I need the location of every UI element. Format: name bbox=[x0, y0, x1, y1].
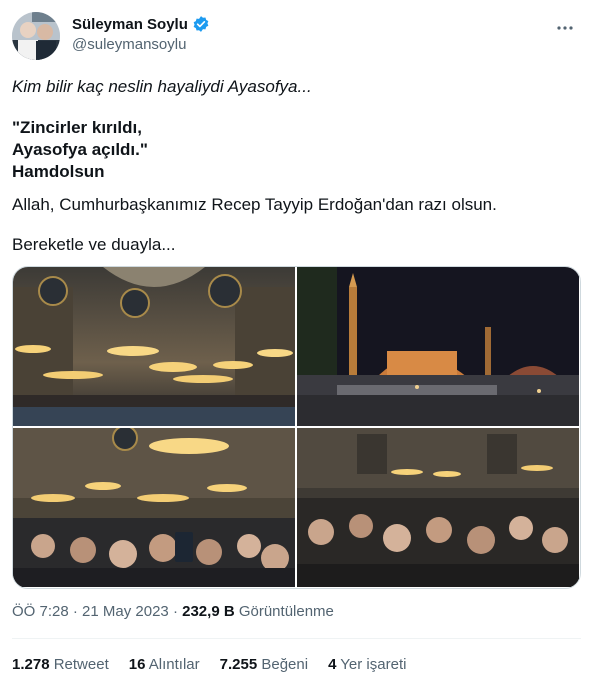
quotes-count: 16 bbox=[128, 656, 146, 673]
meta-separator-2: · bbox=[168, 603, 183, 620]
quotes-label: Alıntılar bbox=[145, 656, 200, 673]
tweet-quote-line-1: "Zincirler kırıldı, bbox=[12, 118, 142, 137]
author-name-row[interactable]: Süleyman Soylu bbox=[72, 15, 210, 33]
photo-crowd-interior[interactable] bbox=[13, 428, 295, 587]
photo-interior-chandeliers[interactable] bbox=[13, 267, 295, 426]
quotes-stat[interactable]: 16 Alıntılar bbox=[129, 656, 200, 673]
bookmarks-label: Yer işareti bbox=[336, 656, 407, 673]
author-name[interactable]: Süleyman Soylu bbox=[72, 16, 188, 33]
tweet-date[interactable]: 21 May 2023 bbox=[82, 603, 169, 620]
retweets-stat[interactable]: 1.278 Retweet bbox=[12, 656, 109, 673]
tweet-stats: 1.278 Retweet 16 Alıntılar 7.255 Beğeni … bbox=[12, 656, 406, 673]
avatar[interactable] bbox=[12, 12, 60, 60]
tweet-quote-line-2: Ayasofya açıldı." bbox=[12, 140, 148, 159]
photo-crowd-selfie[interactable] bbox=[297, 428, 579, 587]
tweet-time[interactable]: ÖÖ 7:28 bbox=[12, 603, 69, 620]
tweet-text-line-3: Allah, Cumhurbaşkanımız Recep Tayyip Erd… bbox=[12, 195, 497, 214]
likes-label: Beğeni bbox=[257, 656, 309, 673]
views-count: 232,9 B bbox=[182, 603, 235, 620]
media-grid bbox=[12, 266, 581, 589]
retweets-count: 1.278 bbox=[12, 656, 50, 673]
tweet-text-line-1: Kim bilir kaç neslin hayaliydi Ayasofya.… bbox=[12, 77, 312, 96]
user-avatar-icon bbox=[12, 12, 60, 60]
more-options-icon[interactable] bbox=[553, 16, 577, 40]
tweet-text-line-4: Bereketle ve duayla... bbox=[12, 235, 176, 254]
divider bbox=[12, 638, 581, 639]
verified-badge-icon bbox=[193, 16, 209, 32]
photo-exterior-night[interactable] bbox=[297, 267, 579, 426]
ellipsis-icon bbox=[557, 26, 573, 30]
tweet-header: Süleyman Soylu @suleymansoylu bbox=[12, 12, 581, 62]
tweet-meta: ÖÖ 7:28 · 21 May 2023 · 232,9 B Görüntül… bbox=[12, 603, 334, 620]
views-label: Görüntülenme bbox=[234, 603, 334, 620]
author-handle[interactable]: @suleymansoylu bbox=[72, 36, 186, 53]
retweets-label: Retweet bbox=[49, 656, 109, 673]
likes-stat[interactable]: 7.255 Beğeni bbox=[220, 656, 308, 673]
meta-separator-1: · bbox=[68, 603, 83, 620]
bookmarks-stat[interactable]: 4 Yer işareti bbox=[328, 656, 406, 673]
tweet-quote-line-3: Hamdolsun bbox=[12, 162, 105, 181]
tweet-quote-block: "Zincirler kırıldı, Ayasofya açıldı." Ha… bbox=[12, 117, 572, 183]
likes-count: 7.255 bbox=[219, 656, 258, 673]
